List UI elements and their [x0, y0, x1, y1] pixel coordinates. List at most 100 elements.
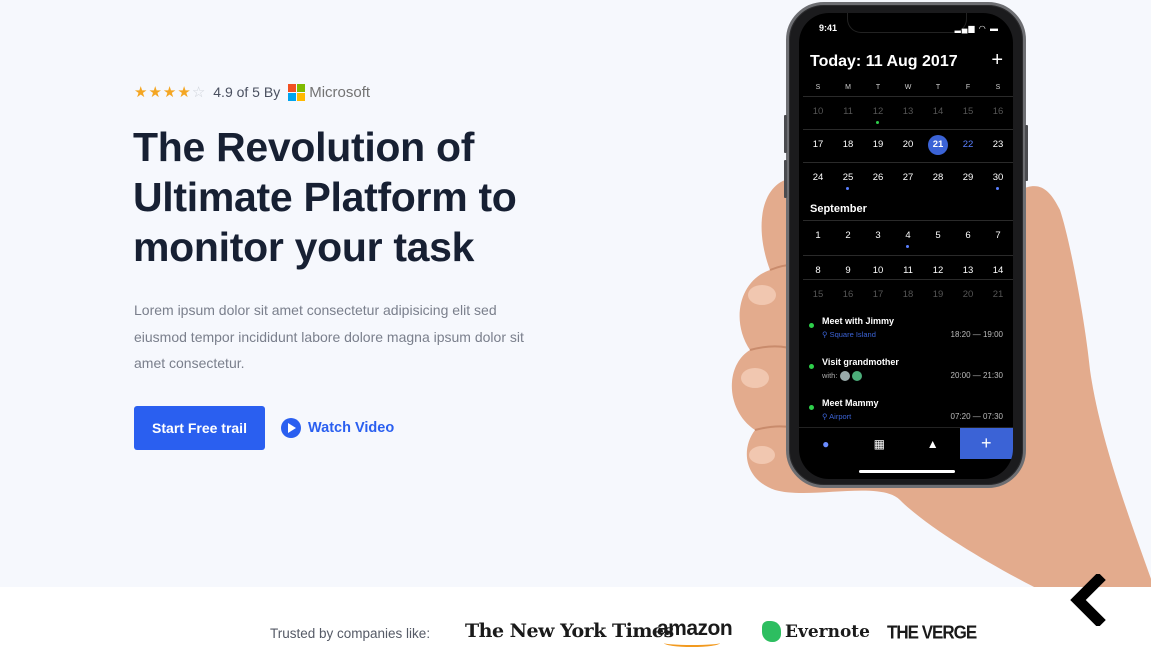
avatar	[852, 371, 863, 382]
calendar-day-selected[interactable]: 21	[923, 130, 953, 163]
evernote-icon	[762, 621, 781, 642]
calendar-day[interactable]: 30	[983, 163, 1013, 196]
power-button	[1025, 125, 1028, 181]
add-tab-icon[interactable]: +	[959, 428, 1013, 459]
phone-screen: 9:41 ▂▄▆ ◠ ▬ Today: 11 Aug 2017 + S M T …	[799, 13, 1013, 479]
calendar-day[interactable]: 5	[923, 221, 953, 254]
calendar-day[interactable]: 7	[983, 221, 1013, 254]
volume-button	[784, 160, 787, 198]
hero-headline: The Revolution of Ultimate Platform to m…	[133, 122, 553, 272]
event-title: Meet with Jimmy	[822, 316, 895, 326]
calendar-day[interactable]: 16	[983, 97, 1013, 130]
hero-description: Lorem ipsum dolor sit amet consectetur a…	[134, 302, 524, 371]
calendar-week: 10 11 12 13 14 15 16	[803, 96, 1013, 130]
avatar	[840, 371, 851, 382]
calendar-day[interactable]: 4	[893, 221, 923, 254]
calendar-day[interactable]: 24	[803, 163, 833, 196]
calendar-day[interactable]: 18	[893, 280, 923, 313]
selected-day-label: 21	[928, 135, 948, 155]
calendar-day[interactable]: 1	[803, 221, 833, 254]
home-indicator	[859, 470, 955, 473]
rating-text: 4.9 of 5 By	[213, 84, 281, 100]
calendar-day[interactable]: 11	[833, 97, 863, 130]
calendar-tab-icon[interactable]: ▦	[853, 428, 907, 459]
weekday-label: F	[965, 84, 971, 91]
star-empty-icon: ☆	[191, 83, 206, 101]
event-attendees: with:	[822, 371, 863, 382]
calendar-day[interactable]: 19	[863, 130, 893, 163]
calendar-day[interactable]: 20	[893, 130, 923, 163]
calendar-week: 15 16 17 18 19 20 21	[803, 279, 1013, 313]
watch-video-label: Watch Video	[308, 420, 395, 436]
calendar-day[interactable]: 27	[893, 163, 923, 196]
calendar-day[interactable]: 23	[983, 130, 1013, 163]
calendar-day[interactable]: 29	[953, 163, 983, 196]
star-icon: ★	[162, 83, 177, 101]
event-location: ⚲ Square Island	[822, 330, 876, 339]
event-item[interactable]: Visit grandmother with: 20:00 — 21:30	[799, 352, 1013, 393]
event-list: Meet with Jimmy ⚲ Square Island 18:20 — …	[799, 311, 1013, 434]
weekday-label: S	[815, 84, 821, 91]
event-dot	[809, 405, 814, 410]
calendar-day[interactable]: 16	[833, 280, 863, 313]
calendar-day[interactable]: 17	[863, 280, 893, 313]
event-location-label: Airport	[829, 412, 852, 421]
calendar-title: Today: 11 Aug 2017	[810, 53, 958, 70]
calendar-day[interactable]: 28	[923, 163, 953, 196]
evernote-wordmark: Evernote	[785, 621, 870, 642]
status-time: 9:41	[819, 23, 838, 33]
calendar-day[interactable]: 2	[833, 221, 863, 254]
weekday-label: T	[935, 84, 941, 91]
event-time: 20:00 — 21:30	[950, 371, 1003, 380]
microsoft-wordmark: Microsoft	[309, 83, 371, 101]
amazon-logo: amazon	[657, 617, 733, 640]
calendar-day[interactable]: 10	[803, 97, 833, 130]
calendar-day[interactable]: 22	[953, 130, 983, 163]
star-icon: ★	[134, 83, 148, 101]
calendar-day[interactable]: 3	[863, 221, 893, 254]
event-time: 07:20 — 07:30	[950, 412, 1003, 421]
chevron-left-icon[interactable]	[1064, 574, 1114, 626]
calendar-day[interactable]: 13	[893, 97, 923, 130]
microsoft-icon	[288, 83, 306, 101]
calendar-week: 17 18 19 20 21 22 23	[803, 129, 1013, 163]
trusted-strip: Trusted by companies like: The New York …	[0, 587, 1151, 650]
play-icon	[281, 418, 301, 438]
event-location: ⚲ Airport	[822, 412, 851, 421]
calendar-day[interactable]: 14	[923, 97, 953, 130]
hero-section: ★ ★ ★ ★ ☆ 4.9 of 5 By Microsoft The Revo…	[0, 0, 1151, 587]
headline-line: The Revolution of	[133, 124, 475, 170]
calendar-day[interactable]: 20	[953, 280, 983, 313]
calendar-day[interactable]: 26	[863, 163, 893, 196]
headline-line: Ultimate Platform to	[133, 174, 517, 220]
event-item[interactable]: Meet with Jimmy ⚲ Square Island 18:20 — …	[799, 311, 1013, 352]
calendar-day[interactable]: 15	[953, 97, 983, 130]
calendar-day[interactable]: 6	[953, 221, 983, 254]
calendar-week: 24 25 26 27 28 29 30	[803, 162, 1013, 196]
location-pin-icon: ⚲	[822, 330, 830, 339]
weekday-label: W	[904, 84, 912, 91]
calendar-day[interactable]: 15	[803, 280, 833, 313]
start-free-trial-button[interactable]: Start Free trail	[134, 406, 265, 450]
volume-button	[784, 115, 787, 153]
bell-tab-icon[interactable]: ▲	[906, 428, 960, 459]
calendar-day[interactable]: 25	[833, 163, 863, 196]
profile-tab-icon[interactable]: ●	[799, 428, 853, 459]
calendar-day[interactable]: 18	[833, 130, 863, 163]
status-icons: ▂▄▆ ◠ ▬	[954, 24, 999, 33]
calendar-day[interactable]: 17	[803, 130, 833, 163]
rating-row: ★ ★ ★ ★ ☆ 4.9 of 5 By Microsoft	[134, 83, 370, 101]
headline-line: monitor your task	[133, 224, 475, 270]
calendar-week: 1 2 3 4 5 6 7	[803, 220, 1013, 254]
month-label: September	[810, 203, 867, 215]
calendar-day[interactable]: 21	[983, 280, 1013, 313]
calendar-day[interactable]: 12	[863, 97, 893, 130]
evernote-logo: Evernote	[762, 621, 870, 642]
add-event-icon[interactable]: +	[991, 49, 1003, 72]
attendee-avatars	[840, 371, 863, 382]
amazon-smile-icon	[664, 639, 720, 647]
calendar-day[interactable]: 19	[923, 280, 953, 313]
watch-video-link[interactable]: Watch Video	[281, 418, 394, 438]
event-title: Meet Mammy	[822, 398, 879, 408]
star-icon: ★	[148, 83, 162, 101]
